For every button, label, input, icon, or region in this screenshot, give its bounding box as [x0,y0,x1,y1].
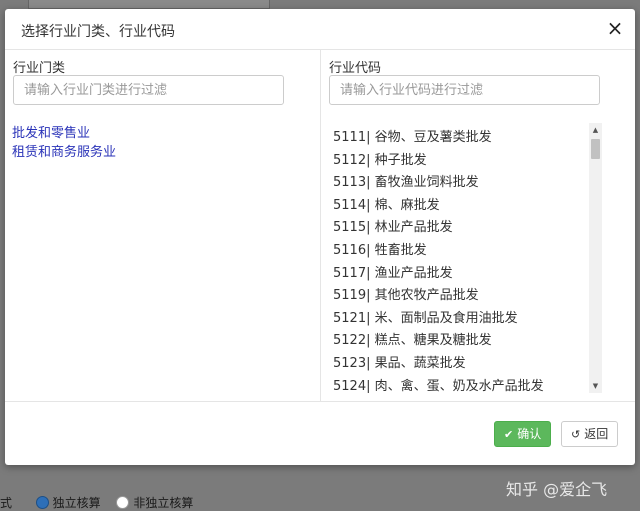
category-filter-input[interactable] [13,75,284,105]
modal-header: 选择行业门类、行业代码 × [5,9,635,50]
radio-option-label: 非独立核算 [133,496,194,510]
code-item[interactable]: 5122| 糕点、糖果及糖批发 [329,330,585,353]
scroll-down-icon[interactable]: ▼ [589,379,602,393]
code-filter-input[interactable] [329,75,600,105]
category-item[interactable]: 租赁和商务服务业 [12,143,116,162]
modal-footer: ✔ 确认 ↺ 返回 [5,401,635,466]
radio-checked-icon[interactable] [35,496,49,509]
code-item[interactable]: 5111| 谷物、豆及薯类批发 [329,127,585,150]
category-item[interactable]: 批发和零售业 [12,124,116,143]
code-list: 5111| 谷物、豆及薯类批发 5112| 种子批发 5113| 畜牧渔业饲料批… [329,127,585,393]
category-panel: 行业门类 批发和零售业 租赁和商务服务业 [5,49,321,401]
code-item[interactable]: 5114| 棉、麻批发 [329,195,585,218]
code-list-scrollbar[interactable]: ▲ ▼ [589,123,602,393]
industry-select-modal: 选择行业门类、行业代码 × 行业门类 批发和零售业 租赁和商务服务业 行业代码 … [5,9,635,465]
code-item[interactable]: 5124| 肉、禽、蛋、奶及水产品批发 [329,376,585,393]
background-row-label: 式 [0,496,13,510]
category-label: 行业门类 [13,61,66,76]
code-item[interactable]: 5115| 林业产品批发 [329,217,585,240]
background-input [28,0,270,9]
code-item[interactable]: 5123| 果品、蔬菜批发 [329,353,585,376]
code-item[interactable]: 5119| 其他农牧产品批发 [329,285,585,308]
code-item[interactable]: 5113| 畜牧渔业饲料批发 [329,172,585,195]
undo-icon: ↺ [571,428,581,441]
scroll-up-icon[interactable]: ▲ [589,123,602,137]
check-icon: ✔ [504,428,514,441]
code-label: 行业代码 [329,61,382,76]
back-label: 返回 [584,427,609,441]
watermark: 知乎 @爱企飞 [506,480,608,499]
code-listbox[interactable]: 5111| 谷物、豆及薯类批发 5112| 种子批发 5113| 畜牧渔业饲料批… [329,123,602,393]
radio-option-label: 独立核算 [52,496,101,510]
scroll-thumb[interactable] [591,139,600,159]
code-item[interactable]: 5117| 渔业产品批发 [329,263,585,286]
close-icon[interactable]: × [605,18,625,38]
confirm-button[interactable]: ✔ 确认 [494,421,552,447]
code-item[interactable]: 5112| 种子批发 [329,150,585,173]
code-item[interactable]: 5121| 米、面制品及食用油批发 [329,308,585,331]
radio-unchecked-icon[interactable] [116,496,130,509]
confirm-label: 确认 [517,427,542,441]
back-button[interactable]: ↺ 返回 [561,421,619,447]
category-list: 批发和零售业 租赁和商务服务业 [12,124,116,162]
code-item[interactable]: 5116| 牲畜批发 [329,240,585,263]
code-panel: 行业代码 5111| 谷物、豆及薯类批发 5112| 种子批发 5113| 畜牧… [321,49,635,401]
modal-title: 选择行业门类、行业代码 [21,24,175,40]
